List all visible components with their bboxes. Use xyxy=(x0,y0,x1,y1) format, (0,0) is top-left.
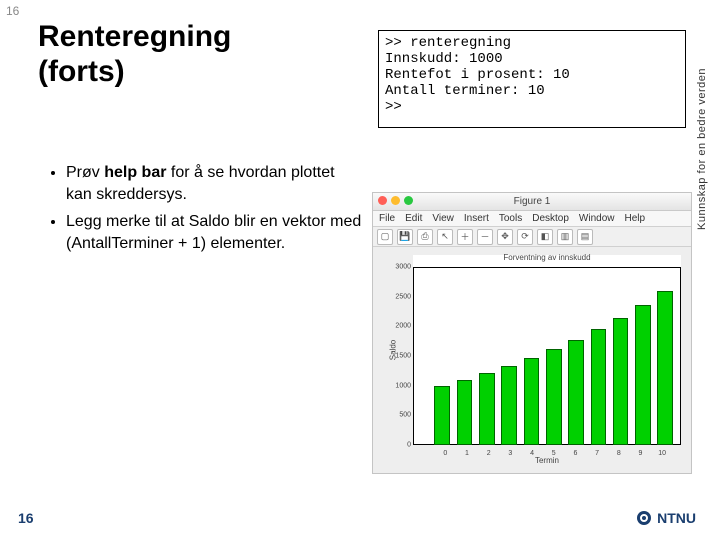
page-number-top: 16 xyxy=(6,4,19,18)
console-line-4: Antall terminer: 10 xyxy=(385,83,545,99)
bar xyxy=(546,349,562,445)
bar xyxy=(657,291,673,445)
bar xyxy=(635,305,651,445)
matlab-console: >> renteregning Innskudd: 1000 Rentefot … xyxy=(378,30,686,128)
x-tick: 3 xyxy=(500,450,522,457)
x-tick: 6 xyxy=(565,450,587,457)
plot-area: Forventning av innskudd Saldo Termin 050… xyxy=(373,247,691,473)
legend-icon[interactable]: ▤ xyxy=(577,229,593,245)
y-tick: 2500 xyxy=(395,293,411,300)
menu-help[interactable]: Help xyxy=(625,213,646,224)
slide-title: Renteregning (forts) xyxy=(38,20,231,89)
menu-view[interactable]: View xyxy=(432,213,454,224)
x-tick: 0 xyxy=(434,450,456,457)
figure-menubar[interactable]: File Edit View Insert Tools Desktop Wind… xyxy=(373,211,691,227)
x-tick: 9 xyxy=(630,450,652,457)
x-tick: 5 xyxy=(543,450,565,457)
console-line-3: Rentefot i prosent: 10 xyxy=(385,67,570,83)
window-controls[interactable] xyxy=(378,196,413,205)
y-tick: 500 xyxy=(399,412,411,419)
print-icon[interactable]: ⎙ xyxy=(417,229,433,245)
menu-window[interactable]: Window xyxy=(579,213,615,224)
bars-container xyxy=(434,267,673,445)
ntnu-brand: NTNU xyxy=(637,510,696,526)
bullet-1: Prøv help bar for å se hvordan plottet k… xyxy=(66,162,364,205)
sidebar-motto: Kunnskap for en bedre verden xyxy=(696,14,710,284)
x-tick: 7 xyxy=(586,450,608,457)
axes: Forventning av innskudd Saldo Termin 050… xyxy=(413,255,681,445)
pan-icon[interactable]: ✥ xyxy=(497,229,513,245)
ntnu-logo-icon xyxy=(637,511,651,525)
zoom-in-icon[interactable]: ＋ xyxy=(457,229,473,245)
bar xyxy=(479,373,495,445)
chart-title: Forventning av innskudd xyxy=(413,253,681,262)
new-figure-icon[interactable]: ▢ xyxy=(377,229,393,245)
console-line-5: >> xyxy=(385,99,402,115)
bullet-1-bold: help bar xyxy=(104,164,166,181)
figure-toolbar[interactable]: ▢ 💾 ⎙ ↖ ＋ － ✥ ⟳ ◧ ▥ ▤ xyxy=(373,227,691,247)
bar xyxy=(524,358,540,445)
bar xyxy=(568,340,584,445)
ntnu-name: NTNU xyxy=(657,510,696,526)
bar xyxy=(613,318,629,445)
x-tick: 8 xyxy=(608,450,630,457)
y-tick: 2000 xyxy=(395,323,411,330)
menu-tools[interactable]: Tools xyxy=(499,213,522,224)
figure-titlebar[interactable]: Figure 1 xyxy=(373,193,691,211)
minimize-icon[interactable] xyxy=(391,196,400,205)
x-tick: 10 xyxy=(651,450,673,457)
colorbar-icon[interactable]: ▥ xyxy=(557,229,573,245)
data-cursor-icon[interactable]: ◧ xyxy=(537,229,553,245)
y-tick: 1000 xyxy=(395,382,411,389)
save-icon[interactable]: 💾 xyxy=(397,229,413,245)
y-tick: 0 xyxy=(407,442,411,449)
zoom-icon[interactable] xyxy=(404,196,413,205)
figure-title: Figure 1 xyxy=(514,196,551,207)
bullet-list: Prøv help bar for å se hvordan plottet k… xyxy=(44,162,364,260)
figure-window: Figure 1 File Edit View Insert Tools Des… xyxy=(372,192,692,474)
bullet-1-pre: Prøv xyxy=(66,164,104,181)
bullet-2-text: Legg merke til at Saldo blir en vektor m… xyxy=(66,213,361,252)
menu-file[interactable]: File xyxy=(379,213,395,224)
y-tick: 3000 xyxy=(395,264,411,271)
console-line-2: Innskudd: 1000 xyxy=(385,51,503,67)
menu-edit[interactable]: Edit xyxy=(405,213,422,224)
y-ticks: 050010001500200025003000 xyxy=(385,267,411,445)
zoom-out-icon[interactable]: － xyxy=(477,229,493,245)
bullet-2: Legg merke til at Saldo blir en vektor m… xyxy=(66,211,364,254)
title-line1: Renteregning xyxy=(38,20,231,53)
bar xyxy=(457,380,473,445)
close-icon[interactable] xyxy=(378,196,387,205)
x-tick: 4 xyxy=(521,450,543,457)
title-line2: (forts) xyxy=(38,55,125,88)
bar xyxy=(434,386,450,445)
console-line-1: >> renteregning xyxy=(385,35,511,51)
y-tick: 1500 xyxy=(395,353,411,360)
x-ticks: 012345678910 xyxy=(434,450,673,457)
menu-insert[interactable]: Insert xyxy=(464,213,489,224)
bar xyxy=(501,366,517,445)
x-tick: 1 xyxy=(456,450,478,457)
rotate-icon[interactable]: ⟳ xyxy=(517,229,533,245)
bar xyxy=(591,329,607,445)
menu-desktop[interactable]: Desktop xyxy=(532,213,569,224)
footer: 16 NTNU xyxy=(0,506,720,530)
pointer-icon[interactable]: ↖ xyxy=(437,229,453,245)
page-number-bottom: 16 xyxy=(18,510,34,526)
x-axis-label: Termin xyxy=(413,456,681,465)
x-tick: 2 xyxy=(478,450,500,457)
slide: 16 Renteregning (forts) Kunnskap for en … xyxy=(0,0,720,540)
